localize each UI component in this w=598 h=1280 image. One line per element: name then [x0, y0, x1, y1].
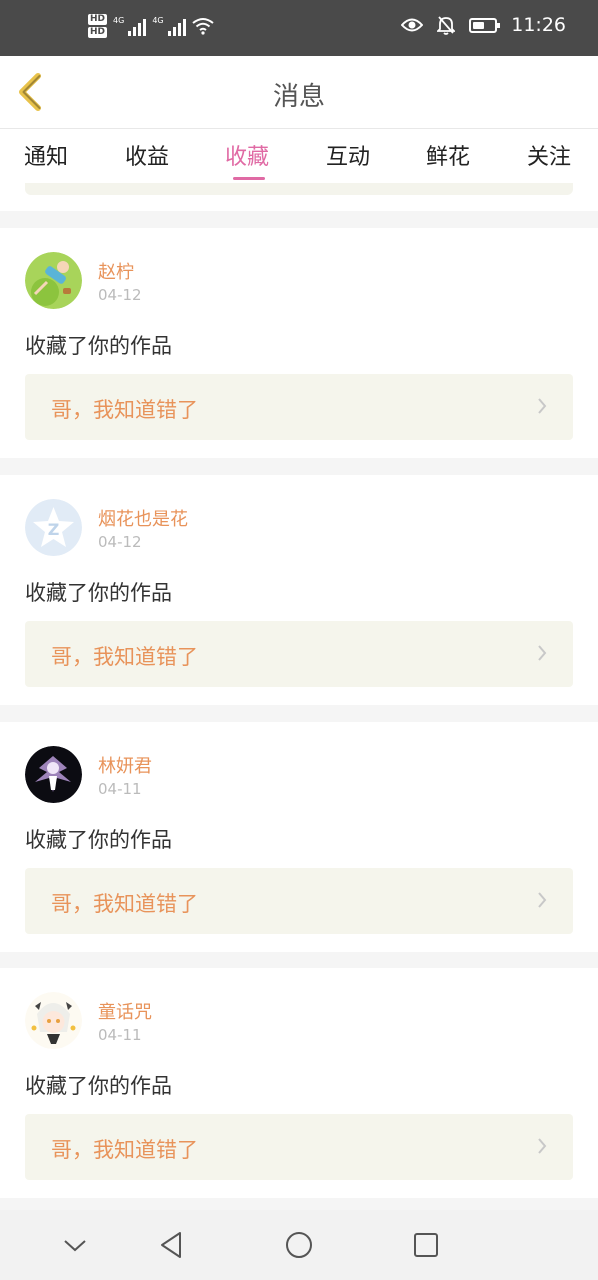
tab-follow[interactable]: 关注: [527, 139, 571, 171]
status-bar: HD HD 4G 4G 11:26: [0, 0, 598, 56]
avatar[interactable]: [25, 992, 82, 1049]
tab-favorites[interactable]: 收藏: [225, 139, 269, 171]
tab-flowers[interactable]: 鲜花: [426, 139, 470, 171]
system-nav-bar: [0, 1210, 598, 1280]
app-header: 消息: [0, 56, 598, 129]
list-item: 林妍君 04-11 收藏了你的作品 哥，我知道错了: [0, 722, 598, 952]
tab-interaction[interactable]: 互动: [326, 139, 370, 171]
avatar[interactable]: Z: [25, 499, 82, 556]
message-list[interactable]: 赵柠 04-12 收藏了你的作品 哥，我知道错了 Z 烟花也是花 04-12 收…: [0, 183, 598, 1210]
user-name[interactable]: 林妍君: [98, 752, 152, 778]
hd-badge-1: HD: [88, 14, 108, 25]
active-tab-indicator: [233, 177, 265, 180]
user-name[interactable]: 赵柠: [98, 258, 134, 284]
battery-icon: [469, 17, 501, 33]
work-link[interactable]: 哥，我知道错了: [25, 868, 573, 934]
tab-earnings[interactable]: 收益: [125, 139, 169, 171]
network-indicators: HD HD 4G 4G: [88, 14, 214, 38]
user-name[interactable]: 童话咒: [98, 998, 152, 1024]
home-circle-icon[interactable]: [284, 1230, 314, 1260]
signal-icon: 4G: [113, 16, 147, 36]
message-action: 收藏了你的作品: [25, 1074, 172, 1098]
back-triangle-icon[interactable]: [156, 1230, 186, 1260]
work-link[interactable]: 哥，我知道错了: [25, 621, 573, 687]
chevron-right-icon: [538, 1138, 547, 1154]
signal-icon-2: 4G: [152, 16, 186, 36]
avatar[interactable]: [25, 746, 82, 803]
chevron-right-icon: [538, 892, 547, 908]
message-date: 04-12: [98, 533, 142, 551]
message-action: 收藏了你的作品: [25, 828, 172, 852]
hd-badge-2: HD: [88, 27, 108, 38]
previous-card-tail: [0, 183, 598, 211]
list-item: Z 烟花也是花 04-12 收藏了你的作品 哥，我知道错了: [0, 475, 598, 705]
work-title: 哥，我知道错了: [51, 892, 198, 916]
message-date: 04-11: [98, 780, 142, 798]
work-title: 哥，我知道错了: [51, 398, 198, 422]
system-indicators: 11:26: [401, 14, 566, 36]
work-title: 哥，我知道错了: [51, 1138, 198, 1162]
message-date: 04-12: [98, 286, 142, 304]
collapse-icon[interactable]: [60, 1230, 90, 1260]
bell-off-icon: [437, 16, 456, 35]
eye-icon: [401, 18, 424, 32]
list-item: 赵柠 04-12 收藏了你的作品 哥，我知道错了: [0, 228, 598, 458]
chevron-right-icon: [538, 645, 547, 661]
message-action: 收藏了你的作品: [25, 581, 172, 605]
work-title: 哥，我知道错了: [51, 645, 198, 669]
tab-notice[interactable]: 通知: [24, 139, 68, 171]
work-link[interactable]: 哥，我知道错了: [25, 1114, 573, 1180]
page-title: 消息: [272, 82, 325, 112]
svg-text:Z: Z: [48, 520, 60, 539]
tab-bar: 通知 收益 收藏 互动 鲜花 关注: [0, 129, 598, 183]
list-item: 童话咒 04-11 收藏了你的作品 哥，我知道错了: [0, 968, 598, 1198]
chevron-right-icon: [538, 398, 547, 414]
wifi-icon: [191, 18, 214, 35]
avatar[interactable]: [25, 252, 82, 309]
recents-square-icon[interactable]: [411, 1230, 441, 1260]
user-name[interactable]: 烟花也是花: [98, 505, 188, 531]
message-date: 04-11: [98, 1026, 142, 1044]
clock: 11:26: [511, 14, 566, 36]
message-action: 收藏了你的作品: [25, 334, 172, 358]
work-link[interactable]: 哥，我知道错了: [25, 374, 573, 440]
